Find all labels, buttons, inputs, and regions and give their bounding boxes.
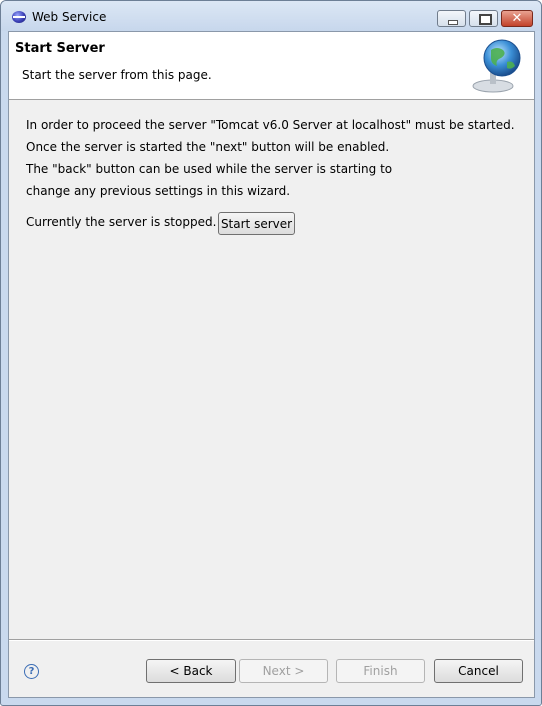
window-title: Web Service	[32, 10, 107, 24]
eclipse-icon	[12, 11, 26, 23]
body-line-1: In order to proceed the server "Tomcat v…	[26, 118, 515, 132]
dialog-window: Web Service ✕ Start Server Start the ser…	[0, 0, 542, 706]
close-icon: ✕	[511, 11, 523, 26]
maximize-icon	[479, 14, 492, 25]
cancel-button[interactable]: Cancel	[434, 659, 523, 683]
dialog-client-area: Start Server Start the server from this …	[8, 31, 535, 698]
body-line-4: change any previous settings in this wiz…	[26, 184, 291, 198]
page-description: Start the server from this page.	[22, 68, 212, 82]
wizard-banner: Start Server Start the server from this …	[9, 32, 534, 100]
minimize-button[interactable]	[437, 10, 466, 27]
help-icon[interactable]: ?	[24, 664, 39, 679]
body-line-2: Once the server is started the "next" bu…	[26, 140, 390, 154]
close-button[interactable]: ✕	[501, 10, 533, 27]
start-server-button[interactable]: Start server	[218, 212, 295, 235]
title-bar[interactable]: Web Service ✕	[1, 1, 541, 31]
next-button[interactable]: Next >	[239, 659, 328, 683]
globe-server-icon	[472, 39, 521, 93]
minimize-icon	[448, 20, 458, 25]
page-title: Start Server	[15, 41, 105, 56]
back-button[interactable]: < Back	[146, 659, 236, 683]
footer-separator	[9, 639, 534, 641]
finish-button[interactable]: Finish	[336, 659, 425, 683]
server-status-text: Currently the server is stopped.	[26, 215, 217, 229]
maximize-button[interactable]	[469, 10, 498, 27]
body-line-3: The "back" button can be used while the …	[26, 162, 393, 176]
